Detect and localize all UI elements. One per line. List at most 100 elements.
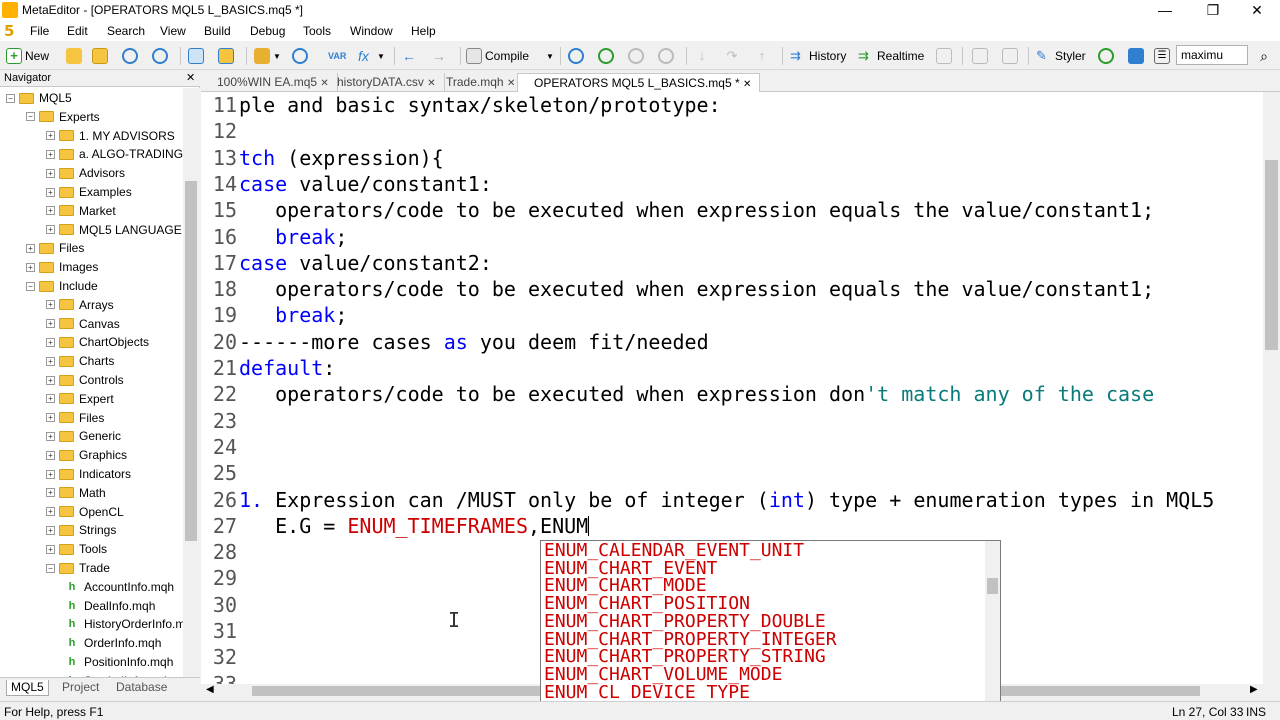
expand-icon[interactable]: + xyxy=(46,375,55,385)
tab-mql5[interactable]: MQL5 xyxy=(6,680,49,696)
open-folder-icon[interactable] xyxy=(92,48,108,64)
navigator-tree-item[interactable]: + Indicators xyxy=(46,465,131,483)
close-window-button[interactable]: ✕ xyxy=(1234,0,1280,21)
expand-icon[interactable]: + xyxy=(46,356,55,366)
expand-icon[interactable]: + xyxy=(46,319,55,329)
tab-close-icon[interactable]: ✕ xyxy=(743,79,751,90)
menu-debug[interactable]: Debug xyxy=(250,24,285,38)
tab-close-icon[interactable]: ✕ xyxy=(507,78,515,89)
expand-icon[interactable]: + xyxy=(46,131,55,141)
navigator-tree-item[interactable]: + Math xyxy=(46,484,106,502)
expand-icon[interactable]: + xyxy=(26,243,35,253)
expand-icon[interactable]: + xyxy=(46,413,55,423)
expand-icon[interactable]: + xyxy=(46,544,55,554)
expand-icon[interactable]: + xyxy=(46,431,55,441)
navigator-tree-item[interactable]: + Market xyxy=(46,202,116,220)
navigator-tree-item[interactable]: − MQL5 xyxy=(6,89,72,107)
compile-button[interactable]: Compile ▼ xyxy=(466,46,554,66)
paste-icon[interactable] xyxy=(254,48,270,64)
expand-icon[interactable]: + xyxy=(46,469,55,479)
tab-project[interactable]: Project xyxy=(58,680,103,696)
expand-icon[interactable]: + xyxy=(46,488,55,498)
scroll-left-arrow-icon[interactable]: ◀ xyxy=(206,684,214,695)
navigator-tree-item[interactable]: + Graphics xyxy=(46,446,127,464)
document-icon[interactable] xyxy=(1002,48,1018,64)
expand-icon[interactable]: + xyxy=(46,187,55,197)
navigator-tree-item[interactable]: + Files xyxy=(26,239,84,257)
code-line[interactable]: 14 case value/constant1: xyxy=(201,171,492,197)
navigator-tree-item[interactable]: + Images xyxy=(26,258,98,276)
copy-icon[interactable] xyxy=(972,48,988,64)
collapse-icon[interactable]: − xyxy=(6,93,15,103)
code-line[interactable]: 20 ------more cases as you deem fit/neede… xyxy=(201,329,709,355)
code-line[interactable]: 27 E.G = ENUM_TIMEFRAMES,ENUM xyxy=(201,513,590,539)
doc-tab[interactable]: Trade.mqh ✕ xyxy=(430,73,525,92)
navigator-tree-item[interactable]: + Strings xyxy=(46,521,116,539)
navigator-tree-item[interactable]: + Charts xyxy=(46,352,114,370)
new-button[interactable]: + New xyxy=(6,46,49,66)
navigator-tree-item[interactable]: − Include xyxy=(26,277,98,295)
tab-database[interactable]: Database xyxy=(112,680,171,696)
navigator-tree-item[interactable]: h OrderInfo.mqh xyxy=(66,634,162,652)
back-arrow-icon[interactable]: ← xyxy=(402,48,418,64)
code-line[interactable]: 18 operators/code to be executed when ex… xyxy=(201,276,1154,302)
collapse-icon[interactable]: − xyxy=(46,563,55,573)
code-line[interactable]: 24 xyxy=(201,434,237,460)
search-icon[interactable]: ⌕ xyxy=(1256,48,1272,64)
folder-icon[interactable] xyxy=(66,48,82,64)
step-out-icon[interactable]: ↑ xyxy=(754,48,770,64)
navigator-tree-item[interactable]: + MQL5 LANGUAGE BAS xyxy=(46,221,183,239)
navigator-scroll-thumb[interactable] xyxy=(185,181,197,541)
navigator-close-icon[interactable]: ✕ xyxy=(186,71,195,84)
community-icon[interactable] xyxy=(1098,48,1114,64)
code-line[interactable]: 17 case value/constant2: xyxy=(201,250,492,276)
expand-icon[interactable]: + xyxy=(46,206,55,216)
code-line[interactable]: 19 break; xyxy=(201,302,347,328)
navigator-panel-icon[interactable] xyxy=(188,48,204,64)
code-line[interactable]: 33 xyxy=(201,671,237,684)
navigator-tree-item[interactable]: + Arrays xyxy=(46,296,114,314)
code-line[interactable]: 16 break; xyxy=(201,224,347,250)
code-line[interactable]: 32 xyxy=(201,644,237,670)
autocomplete-scrollbar[interactable] xyxy=(985,541,1000,717)
search-input[interactable]: maximu xyxy=(1176,45,1248,65)
code-line[interactable]: 13 tch (expression){ xyxy=(201,145,444,171)
code-line[interactable]: 15 operators/code to be executed when ex… xyxy=(201,197,1154,223)
expand-icon[interactable]: + xyxy=(46,337,55,347)
expand-icon[interactable]: + xyxy=(46,450,55,460)
code-line[interactable]: 29 xyxy=(201,565,237,591)
menu-window[interactable]: Window xyxy=(350,24,393,38)
navigator-tree-item[interactable]: h AccountInfo.mqh xyxy=(66,578,174,596)
scroll-right-arrow-icon[interactable]: ▶ xyxy=(1250,684,1258,695)
autocomplete-list[interactable]: ENUM_CALENDAR_EVENT_UNIT ENUM_CHART_EVENT… xyxy=(540,540,1001,718)
doc-tab[interactable]: historyDATA.csv ✕ xyxy=(321,73,445,92)
globe-icon[interactable] xyxy=(292,48,308,64)
play-icon[interactable] xyxy=(598,48,614,64)
menu-tools[interactable]: Tools xyxy=(303,24,331,38)
navigator-tree-item[interactable]: + Generic xyxy=(46,427,121,445)
dropdown-arrow-icon[interactable]: ▼ xyxy=(273,52,281,61)
start-debug-icon[interactable] xyxy=(568,48,584,64)
navigator-tree-item[interactable]: + Files xyxy=(46,409,104,427)
maximize-button[interactable]: ❐ xyxy=(1190,0,1236,21)
navigator-tree-item[interactable]: + ChartObjects xyxy=(46,333,149,351)
code-line[interactable]: 31 xyxy=(201,618,237,644)
code-line[interactable]: 21 default: xyxy=(201,355,335,381)
editor-vertical-scroll-thumb[interactable] xyxy=(1265,160,1278,350)
code-line[interactable]: 11 ple and basic syntax/skeleton/prototyp… xyxy=(201,92,721,118)
code-line[interactable]: 22 operators/code to be executed when ex… xyxy=(201,381,1154,407)
realtime-button[interactable]: ⇉ Realtime xyxy=(858,46,924,66)
code-line[interactable]: 26 1. Expression can /MUST only be of int… xyxy=(201,487,1214,513)
expand-icon[interactable]: + xyxy=(46,300,55,310)
forward-arrow-icon[interactable]: → xyxy=(432,48,448,64)
expand-icon[interactable]: + xyxy=(46,168,55,178)
history-button[interactable]: ⇉ History xyxy=(790,46,846,66)
navigator-tree-item[interactable]: − Experts xyxy=(26,108,100,126)
toolbox-panel-icon[interactable] xyxy=(218,48,234,64)
code-line[interactable]: 25 xyxy=(201,460,237,486)
navigator-tree-item[interactable]: + Advisors xyxy=(46,164,125,182)
dropdown-arrow-icon[interactable]: ▼ xyxy=(546,52,554,61)
navigator-tree-item[interactable]: + a. ALGO-TRADING xyxy=(46,145,183,163)
stop-testing-icon[interactable] xyxy=(936,48,952,64)
expand-icon[interactable]: + xyxy=(46,225,55,235)
